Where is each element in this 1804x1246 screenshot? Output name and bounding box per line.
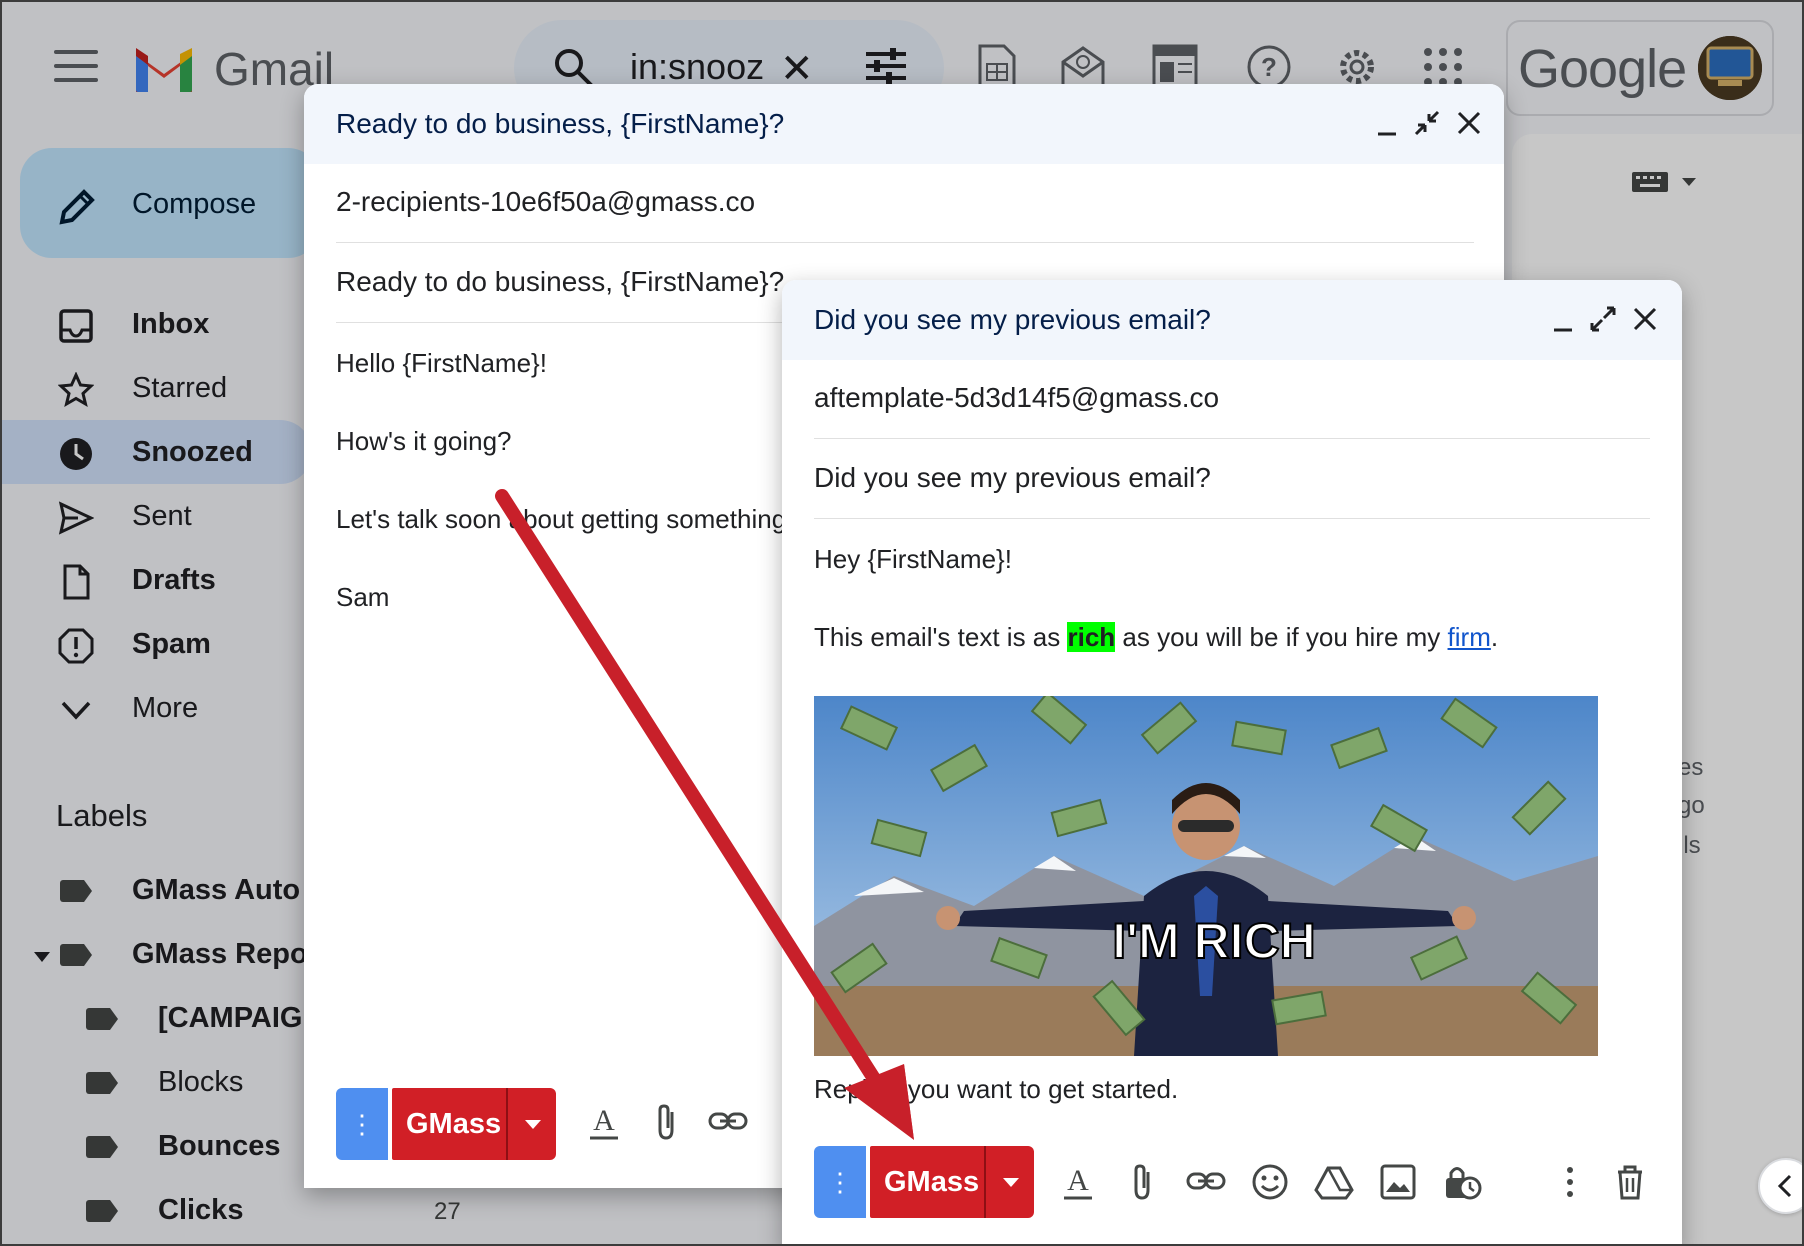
close-icon[interactable] <box>1454 108 1484 138</box>
meme-caption: I'M RICH <box>1112 913 1316 969</box>
gmass-send-button[interactable]: GMass <box>392 1088 508 1160</box>
meme-image: I'M RICH <box>814 696 1598 1056</box>
attach-icon[interactable] <box>646 1102 686 1142</box>
body-text: as you will be if you hire my <box>1115 622 1448 652</box>
rich-text-line[interactable]: This email's text is as rich as you will… <box>814 622 1498 653</box>
body-text: . <box>1490 622 1499 652</box>
subject-field[interactable]: Ready to do business, {FirstName}? <box>336 266 784 298</box>
field-divider <box>814 438 1650 439</box>
close-icon[interactable] <box>1630 304 1660 334</box>
minimize-icon[interactable] <box>1548 304 1578 334</box>
link-icon[interactable] <box>708 1102 748 1142</box>
field-divider <box>814 518 1650 519</box>
compose-title: Ready to do business, {FirstName}? <box>336 108 785 139</box>
insert-photo-icon[interactable] <box>1378 1162 1418 1202</box>
gmail-screen: Gmail in:snooz ✕ ? Google Compose Inbox … <box>0 0 1804 1246</box>
field-divider <box>336 242 1474 243</box>
attach-icon[interactable] <box>1122 1162 1162 1202</box>
minimize-icon[interactable] <box>1372 108 1402 138</box>
gmass-settings-button[interactable]: ⋮ <box>336 1088 388 1160</box>
trash-icon[interactable] <box>1610 1162 1650 1202</box>
gmass-dropdown-button[interactable] <box>506 1088 556 1160</box>
svg-text:A: A <box>593 1104 615 1137</box>
text-format-icon[interactable]: A <box>1058 1162 1098 1202</box>
body-line[interactable]: Sam <box>336 582 389 613</box>
chevron-left-icon <box>1777 1174 1792 1198</box>
side-panel-toggle[interactable] <box>1758 1158 1802 1214</box>
gmass-settings-button[interactable]: ⋮ <box>814 1146 866 1218</box>
drive-icon[interactable] <box>1314 1162 1354 1202</box>
im-rich-meme-graphic: I'M RICH <box>814 696 1598 1056</box>
body-line[interactable]: Hello {FirstName}! <box>336 348 547 379</box>
subject-field[interactable]: Did you see my previous email? <box>814 462 1211 494</box>
gmass-dropdown-button[interactable] <box>984 1146 1034 1218</box>
emoji-icon[interactable] <box>1250 1162 1290 1202</box>
confidential-mode-icon[interactable] <box>1442 1162 1482 1202</box>
body-text: This email's text is as <box>814 622 1068 652</box>
more-options-icon[interactable] <box>1550 1162 1590 1202</box>
firm-link[interactable]: firm <box>1448 622 1491 652</box>
exit-fullscreen-icon[interactable] <box>1412 108 1442 138</box>
link-icon[interactable] <box>1186 1162 1226 1202</box>
text-format-icon[interactable]: A <box>584 1102 624 1142</box>
fullscreen-icon[interactable] <box>1588 304 1618 334</box>
svg-text:A: A <box>1067 1164 1089 1197</box>
to-field[interactable]: 2-recipients-10e6f50a@gmass.co <box>336 186 755 218</box>
body-line[interactable]: How's it going? <box>336 426 512 457</box>
gmass-send-button[interactable]: GMass <box>870 1146 986 1218</box>
body-line[interactable]: Let's talk soon about getting something <box>336 504 786 535</box>
reply-line[interactable]: Reply if you want to get started. <box>814 1074 1178 1105</box>
highlighted-word: rich <box>1067 622 1116 652</box>
compose-title: Did you see my previous email? <box>814 304 1211 335</box>
greeting-line[interactable]: Hey {FirstName}! <box>814 544 1012 575</box>
to-field[interactable]: aftemplate-5d3d14f5@gmass.co <box>814 382 1219 414</box>
